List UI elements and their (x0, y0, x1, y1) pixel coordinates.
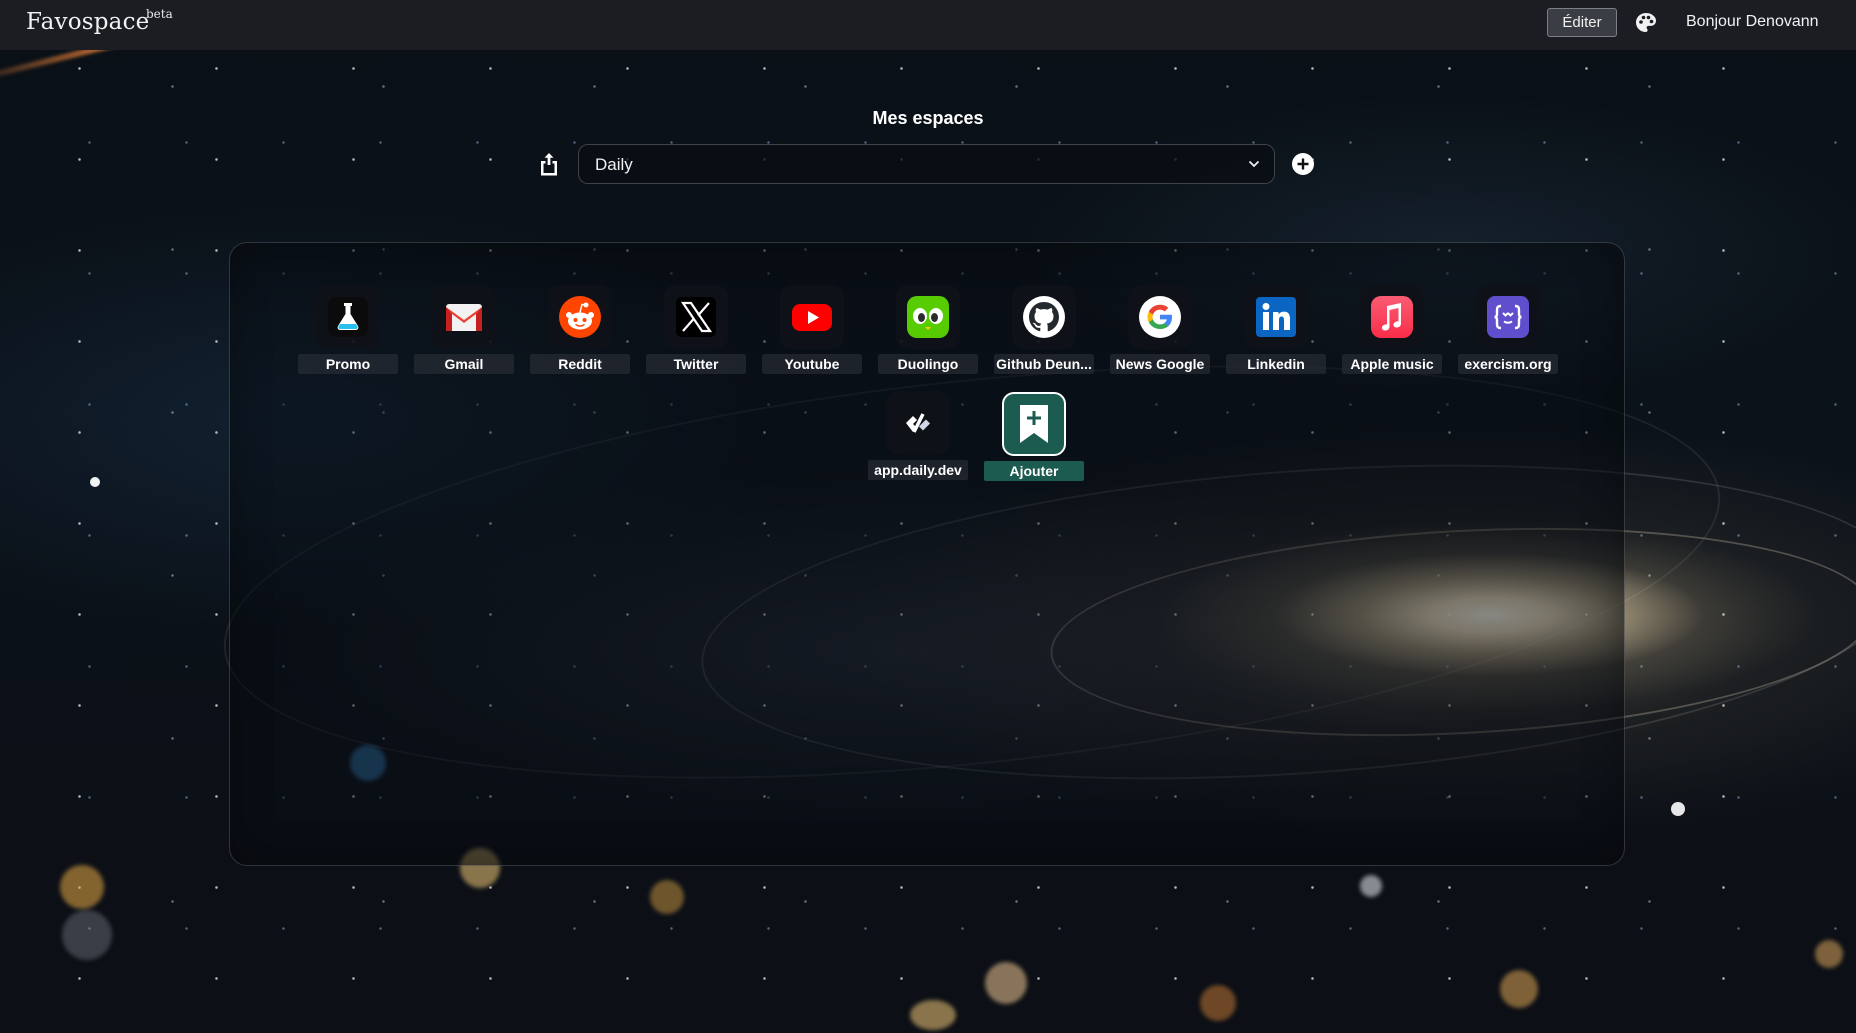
tile-icon-box (1012, 285, 1076, 349)
daily-dev-icon (898, 403, 938, 443)
bookmark-tile-promo[interactable]: Promo (298, 285, 398, 381)
bokeh-light (62, 910, 112, 960)
bookmark-tile-twitter[interactable]: Twitter (646, 285, 746, 381)
bright-star (1671, 802, 1685, 816)
user-greeting[interactable]: Bonjour Denovann (1686, 13, 1819, 31)
bokeh-light (910, 1000, 956, 1030)
bookmark-plus-icon (1020, 405, 1048, 443)
chevron-down-icon (1248, 160, 1260, 168)
tile-icon-box (432, 285, 496, 349)
tile-label: Reddit (530, 354, 630, 374)
tile-label: Apple music (1342, 354, 1442, 374)
bookmarks-panel: Promo Gmail Reddit Twitter Youtube Duoli… (229, 242, 1625, 866)
bokeh-light (1360, 875, 1382, 897)
x-icon (676, 297, 716, 337)
bokeh-light (985, 962, 1027, 1004)
tile-icon-box (1002, 392, 1066, 456)
bokeh-light (1500, 970, 1538, 1008)
bookmark-tile-daily-dev[interactable]: app.daily.dev (868, 391, 968, 487)
bookmark-tile-gmail[interactable]: Gmail (414, 285, 514, 381)
space-select[interactable]: Daily (578, 144, 1275, 184)
tile-label: Twitter (646, 354, 746, 374)
add-bookmark-tile[interactable]: Ajouter (984, 392, 1084, 488)
beta-badge: beta (146, 7, 173, 21)
tile-label: Gmail (414, 354, 514, 374)
tile-icon-box (1476, 285, 1540, 349)
tile-label: Promo (298, 354, 398, 374)
exercism-icon (1487, 296, 1529, 338)
spaces-title: Mes espaces (872, 108, 984, 128)
bookmark-tile-github[interactable]: Github Deun... (994, 285, 1094, 381)
gmail-icon (446, 304, 482, 331)
bookmark-tile-youtube[interactable]: Youtube (762, 285, 862, 381)
bookmark-tile-exercism[interactable]: exercism.org (1458, 285, 1558, 381)
tile-icon-box (664, 285, 728, 349)
tile-label: exercism.org (1458, 354, 1558, 374)
bookmark-tile-apple-music[interactable]: Apple music (1342, 285, 1442, 381)
google-icon (1139, 296, 1181, 338)
tile-label: Duolingo (878, 354, 978, 374)
add-space-icon[interactable] (1291, 152, 1315, 176)
bright-star (90, 477, 100, 487)
space-select-value: Daily (595, 155, 633, 174)
tile-label: Youtube (762, 354, 862, 374)
tile-label: Github Deun... (994, 354, 1094, 374)
duolingo-icon (907, 296, 949, 338)
bokeh-light (650, 880, 684, 914)
bookmark-tile-linkedin[interactable]: Linkedin (1226, 285, 1326, 381)
youtube-icon (792, 304, 832, 331)
edit-button[interactable]: Éditer (1547, 8, 1617, 37)
linkedin-icon (1256, 297, 1296, 337)
reddit-icon (559, 296, 601, 338)
github-icon (1023, 296, 1065, 338)
top-bar: Favospace beta Éditer Bonjour Denovann (0, 0, 1856, 50)
bookmark-tile-news-google[interactable]: News Google (1110, 285, 1210, 381)
tile-icon-box (896, 285, 960, 349)
tile-icon-box (1360, 285, 1424, 349)
tile-label: News Google (1110, 354, 1210, 374)
flask-icon (328, 297, 368, 337)
bokeh-light (60, 865, 104, 909)
tile-icon-box (1244, 285, 1308, 349)
tile-icon-box (548, 285, 612, 349)
tile-icon-box (316, 285, 380, 349)
bookmark-tile-reddit[interactable]: Reddit (530, 285, 630, 381)
share-icon[interactable] (538, 152, 560, 176)
brand-logo[interactable]: Favospace (26, 9, 149, 35)
add-tile-label: Ajouter (984, 461, 1084, 481)
apple-music-icon (1371, 296, 1413, 338)
tile-icon-box (1128, 285, 1192, 349)
tile-icon-box (780, 285, 844, 349)
tile-label: Linkedin (1226, 354, 1326, 374)
palette-icon[interactable] (1634, 11, 1658, 35)
bookmark-tile-duolingo[interactable]: Duolingo (878, 285, 978, 381)
bokeh-light (1200, 985, 1236, 1021)
tile-icon-box (886, 391, 950, 455)
bokeh-light (1815, 940, 1843, 968)
tile-label: app.daily.dev (868, 460, 968, 480)
